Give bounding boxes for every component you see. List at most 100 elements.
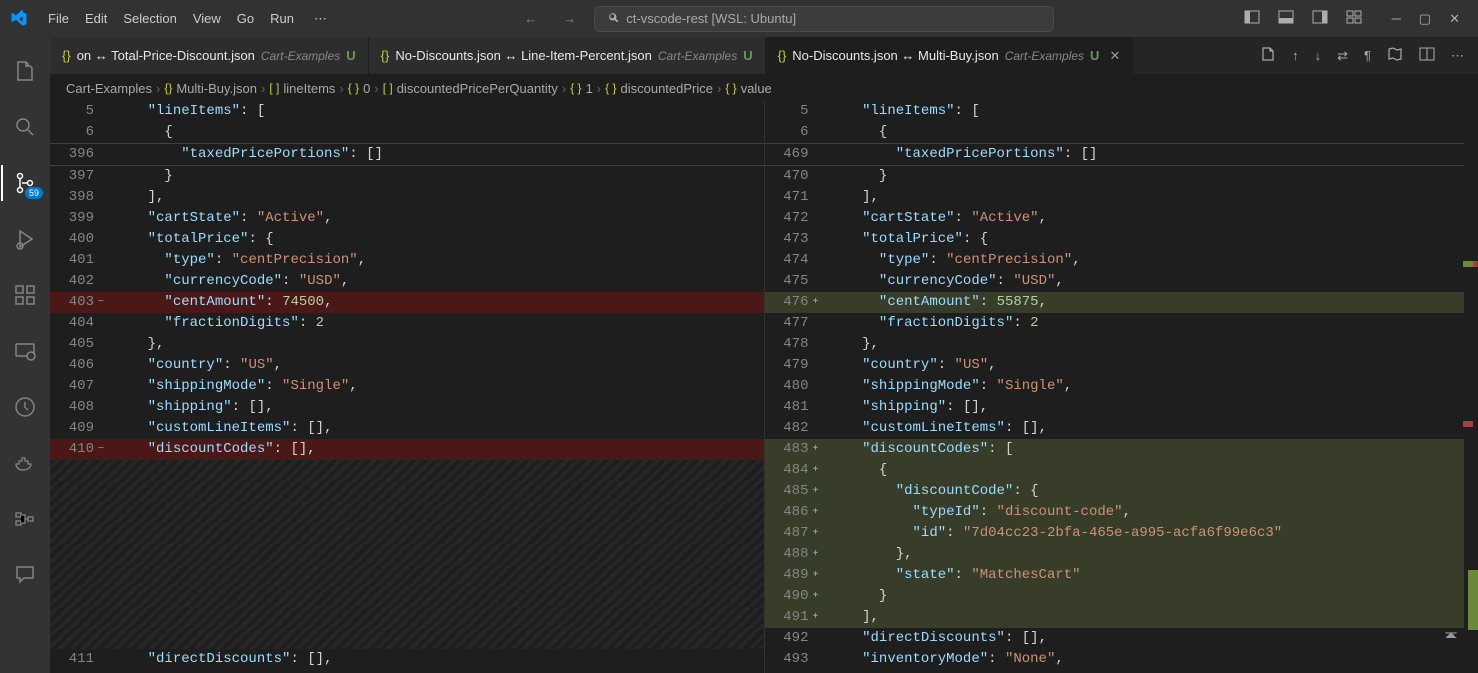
editor-tab[interactable]: {}No-Discounts.json ↔ Line-Item-Percent.… [369, 37, 766, 74]
command-center[interactable]: ct-vscode-rest [WSL: Ubuntu] [594, 6, 1054, 32]
next-change-icon[interactable]: ↓ [1309, 44, 1328, 67]
open-changes-icon[interactable] [1254, 42, 1282, 69]
code-line[interactable]: 486 "typeId": "discount-code", [765, 502, 1478, 523]
code-line[interactable] [50, 565, 764, 586]
customize-layout-icon[interactable] [1338, 3, 1370, 34]
breadcrumb-item[interactable]: { }0 [348, 81, 371, 96]
breadcrumb[interactable]: Cart-Examples›{}Multi-Buy.json›[ ]lineIt… [50, 75, 1478, 101]
code-line[interactable]: 402 "currencyCode": "USD", [50, 271, 764, 292]
code-line[interactable] [50, 502, 764, 523]
code-line[interactable]: 404 "fractionDigits": 2 [50, 313, 764, 334]
code-line[interactable] [50, 523, 764, 544]
code-line[interactable]: 397 } [50, 166, 764, 187]
activity-extensions-icon[interactable] [1, 271, 49, 319]
code-line[interactable]: 5 "lineItems": [ [765, 101, 1478, 122]
code-line[interactable]: 477 "fractionDigits": 2 [765, 313, 1478, 334]
code-line[interactable]: 483 "discountCodes": [ [765, 439, 1478, 460]
code-line[interactable]: 408 "shipping": [], [50, 397, 764, 418]
code-line[interactable]: 401 "type": "centPrecision", [50, 250, 764, 271]
activity-explorer-icon[interactable] [1, 47, 49, 95]
code-line[interactable]: 469 "taxedPricePortions": [] [765, 143, 1478, 166]
activity-scm-icon[interactable]: 59 [1, 159, 49, 207]
code-line[interactable]: 474 "type": "centPrecision", [765, 250, 1478, 271]
more-actions-icon[interactable]: ⋯ [1445, 44, 1470, 68]
activity-git-graph-icon[interactable] [1, 495, 49, 543]
code-line[interactable]: 482 "customLineItems": [], [765, 418, 1478, 439]
activity-debug-icon[interactable] [1, 215, 49, 263]
code-line[interactable]: 6 { [765, 122, 1478, 143]
code-line[interactable]: 493 "inventoryMode": "None", [765, 649, 1478, 670]
menu-edit[interactable]: Edit [77, 6, 115, 31]
code-line[interactable]: 480 "shippingMode": "Single", [765, 376, 1478, 397]
code-line[interactable]: 5 "lineItems": [ [50, 101, 764, 122]
code-line[interactable] [50, 607, 764, 628]
activity-search-icon[interactable] [1, 103, 49, 151]
code-line[interactable]: 492 "directDiscounts": [], [765, 628, 1478, 649]
code-line[interactable]: 410 "discountCodes": [], [50, 439, 764, 460]
breadcrumb-item[interactable]: { }1 [570, 81, 593, 96]
activity-remote-icon[interactable] [1, 327, 49, 375]
code-line[interactable]: 476 "centAmount": 55875, [765, 292, 1478, 313]
diff-pane-modified[interactable]: 5 "lineItems": [6 {469 "taxedPricePortio… [765, 101, 1478, 673]
code-line[interactable] [50, 481, 764, 502]
code-line[interactable]: 400 "totalPrice": { [50, 229, 764, 250]
nav-back-icon[interactable]: ← [516, 7, 545, 30]
code-line[interactable]: 406 "country": "US", [50, 355, 764, 376]
code-line[interactable]: 485 "discountCode": { [765, 481, 1478, 502]
code-line[interactable]: 479 "country": "US", [765, 355, 1478, 376]
menu-go[interactable]: Go [229, 6, 262, 31]
code-line[interactable]: 475 "currencyCode": "USD", [765, 271, 1478, 292]
toggle-map-icon[interactable] [1381, 42, 1409, 69]
code-line[interactable]: 398 ], [50, 187, 764, 208]
breadcrumb-item[interactable]: Cart-Examples [66, 81, 152, 96]
goto-top-icon[interactable] [1442, 629, 1460, 655]
editor-tab[interactable]: {}on ↔ Total-Price-Discount.jsonCart-Exa… [50, 37, 369, 74]
code-line[interactable] [50, 460, 764, 481]
code-line[interactable]: 396 "taxedPricePortions": [] [50, 143, 764, 166]
toggle-primary-sidebar-icon[interactable] [1236, 3, 1268, 34]
breadcrumb-item[interactable]: {}Multi-Buy.json [164, 81, 257, 96]
nav-forward-icon[interactable]: → [555, 7, 584, 30]
code-line[interactable]: 481 "shipping": [], [765, 397, 1478, 418]
window-close-icon[interactable]: ✕ [1441, 5, 1468, 33]
code-line[interactable]: 471 ], [765, 187, 1478, 208]
breadcrumb-item[interactable]: { }value [725, 81, 771, 96]
code-line[interactable]: 488 }, [765, 544, 1478, 565]
activity-timeline-icon[interactable] [1, 383, 49, 431]
code-line[interactable]: 472 "cartState": "Active", [765, 208, 1478, 229]
diff-pane-original[interactable]: 5 "lineItems": [6 {396 "taxedPricePortio… [50, 101, 765, 673]
code-line[interactable]: 490 } [765, 586, 1478, 607]
prev-change-icon[interactable]: ↑ [1286, 44, 1305, 67]
editor-tab[interactable]: {}No-Discounts.json ↔ Multi-Buy.jsonCart… [766, 37, 1134, 74]
show-whitespace-icon[interactable]: ¶ [1358, 44, 1377, 67]
code-line[interactable]: 405 }, [50, 334, 764, 355]
code-line[interactable]: 6 { [50, 122, 764, 143]
breadcrumb-item[interactable]: { }discountedPrice [605, 81, 713, 96]
menu-overflow-icon[interactable]: ⋯ [306, 6, 335, 32]
code-line[interactable]: 470 } [765, 166, 1478, 187]
menu-run[interactable]: Run [262, 6, 302, 31]
window-maximize-icon[interactable]: ▢ [1411, 5, 1439, 33]
toggle-secondary-sidebar-icon[interactable] [1304, 3, 1336, 34]
code-line[interactable]: 489 "state": "MatchesCart" [765, 565, 1478, 586]
breadcrumb-item[interactable]: [ ]discountedPricePerQuantity [383, 81, 558, 96]
menu-file[interactable]: File [40, 6, 77, 31]
code-line[interactable] [50, 544, 764, 565]
window-minimize-icon[interactable]: ─ [1384, 5, 1409, 32]
code-line[interactable] [50, 586, 764, 607]
breadcrumb-item[interactable]: [ ]lineItems [269, 81, 335, 96]
code-line[interactable]: 409 "customLineItems": [], [50, 418, 764, 439]
split-editor-icon[interactable] [1413, 42, 1441, 69]
code-line[interactable]: 403 "centAmount": 74500, [50, 292, 764, 313]
code-line[interactable]: 484 { [765, 460, 1478, 481]
menu-selection[interactable]: Selection [115, 6, 184, 31]
toggle-panel-icon[interactable] [1270, 3, 1302, 34]
tab-close-icon[interactable]: ✕ [1109, 48, 1120, 64]
activity-docker-icon[interactable] [1, 439, 49, 487]
swap-sides-icon[interactable]: ⇄ [1331, 44, 1354, 68]
code-line[interactable]: 473 "totalPrice": { [765, 229, 1478, 250]
code-line[interactable]: 407 "shippingMode": "Single", [50, 376, 764, 397]
overview-ruler[interactable] [1464, 101, 1478, 673]
activity-comments-icon[interactable] [1, 551, 49, 599]
code-line[interactable]: 487 "id": "7d04cc23-2bfa-465e-a995-acfa6… [765, 523, 1478, 544]
